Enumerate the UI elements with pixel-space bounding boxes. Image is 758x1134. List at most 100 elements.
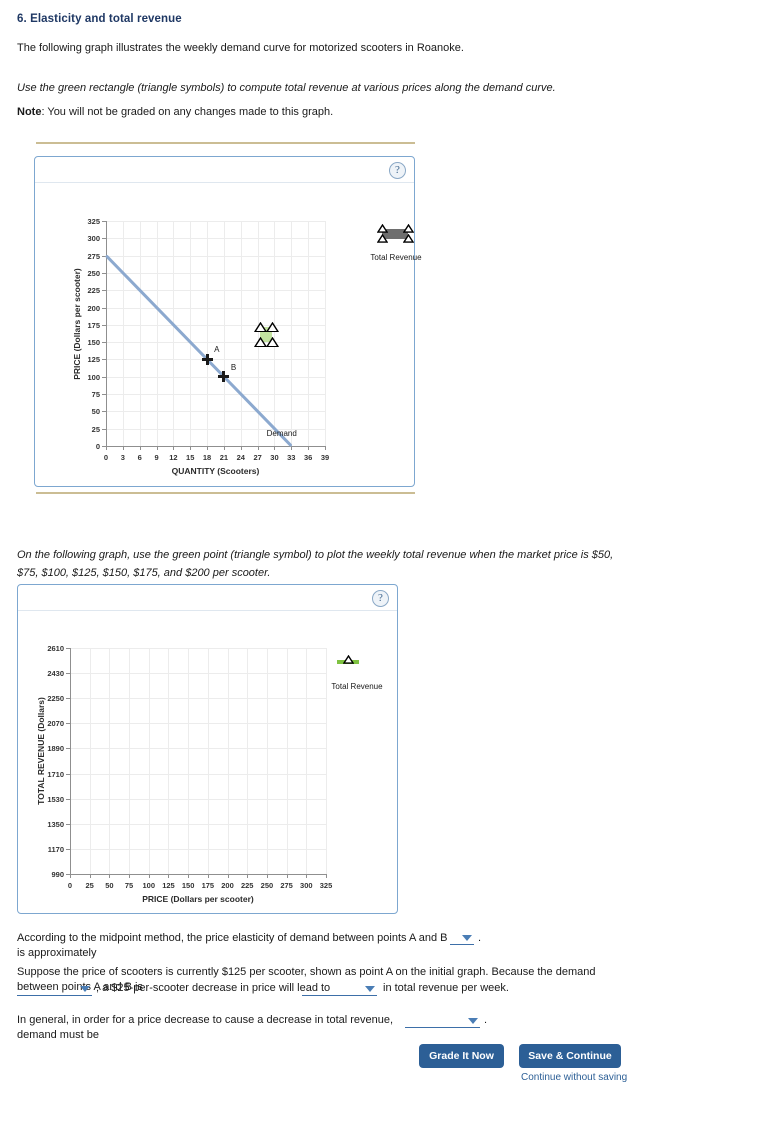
- x-tick: [129, 874, 131, 878]
- y-tick: [66, 874, 70, 875]
- gridline-horizontal: [106, 238, 325, 240]
- point-marker-a[interactable]: [201, 353, 213, 365]
- x-axis-title: PRICE (Dollars per scooter): [142, 894, 254, 904]
- question-2-after-text: in total revenue per week.: [383, 982, 509, 994]
- instruction-italic: Use the green rectangle (triangle symbol…: [17, 82, 556, 94]
- y-tick: [102, 324, 106, 326]
- x-tick: [227, 874, 229, 878]
- y-axis-title: TOTAL REVENUE (Dollars): [36, 697, 46, 805]
- gridline-horizontal: [106, 255, 325, 257]
- y-tick: [66, 773, 70, 775]
- x-tick: [257, 446, 259, 450]
- gridline-vertical: [148, 648, 150, 874]
- point-marker-b[interactable]: [218, 371, 230, 383]
- demand-elasticity-dropdown[interactable]: [405, 1015, 480, 1028]
- chevron-down-icon: [462, 935, 472, 941]
- x-tick-label: 325: [319, 881, 333, 890]
- y-tick: [66, 823, 70, 825]
- chevron-down-icon: [468, 1018, 478, 1024]
- y-tick-label: 50: [91, 407, 100, 417]
- total-revenue-chart: 0 25 50 75 100 125 150 175 200 225 250 275 300 325 990…: [18, 585, 399, 915]
- y-tick: [102, 359, 106, 361]
- y-tick-label: 2430: [47, 669, 64, 679]
- y-tick: [66, 673, 70, 675]
- demand-graph-panel: ? 0 3 6 9 12 15 18 21 24 27 30 33 36 39 0 25 50 75 100 125 1…: [34, 156, 422, 488]
- x-tick: [188, 874, 190, 878]
- y-tick: [102, 238, 106, 240]
- y-tick: [66, 648, 70, 649]
- gridline-vertical: [286, 648, 288, 874]
- gridline-horizontal: [70, 648, 326, 649]
- y-tick-label: 0: [95, 442, 100, 451]
- x-tick: [173, 446, 175, 450]
- y-tick-label: 990: [51, 870, 64, 879]
- y-axis-line: [70, 648, 71, 875]
- note-text: : You will not be graded on any changes …: [41, 106, 334, 118]
- question-3-text: In general, in order for a price decreas…: [17, 1014, 394, 1041]
- y-tick-label: 300: [87, 234, 100, 244]
- x-axis-title: QUANTITY (Scooters): [171, 466, 260, 476]
- y-tick: [66, 723, 70, 725]
- x-tick: [109, 874, 111, 878]
- x-tick: [106, 446, 107, 450]
- x-tick: [240, 446, 242, 450]
- y-tick: [66, 698, 70, 700]
- question-3-period: .: [484, 1014, 488, 1026]
- gridline-horizontal: [70, 773, 326, 775]
- legend-label-total-revenue: Total Revenue: [331, 682, 383, 691]
- y-tick: [66, 848, 70, 850]
- gridline-vertical: [109, 648, 111, 874]
- gridline-horizontal: [106, 394, 325, 396]
- x-tick: [89, 874, 91, 878]
- legend-marker-triangle[interactable]: [342, 655, 354, 665]
- y-tick: [102, 394, 106, 396]
- x-tick: [308, 446, 310, 450]
- continue-without-saving-link[interactable]: Continue without saving: [521, 1072, 627, 1083]
- question-1-period: .: [478, 932, 482, 944]
- gridline-vertical: [89, 648, 91, 874]
- chevron-down-icon: [80, 986, 90, 992]
- intro-paragraph: The following graph illustrates the week…: [17, 42, 464, 54]
- gridline-vertical: [266, 648, 268, 874]
- question-1-text: According to the midpoint method, the pr…: [17, 932, 448, 959]
- gridline-horizontal: [106, 307, 325, 309]
- x-tick: [70, 874, 71, 878]
- x-tick-label: 39: [320, 453, 330, 462]
- demand-chart: 0 3 6 9 12 15 18 21 24 27 30 33 36 39 0 25 50 75 100 125 150…: [35, 157, 422, 488]
- note-label: Note: [17, 106, 42, 118]
- x-tick: [291, 446, 293, 450]
- legend-handle-triangle-3[interactable]: [376, 234, 388, 244]
- x-tick: [207, 446, 209, 450]
- elasticity-dropdown[interactable]: [450, 932, 474, 945]
- gridline-vertical: [247, 648, 249, 874]
- y-tick: [102, 446, 106, 447]
- x-tick: [326, 874, 327, 878]
- grade-it-now-button[interactable]: Grade It Now: [419, 1044, 504, 1068]
- gridline-horizontal: [106, 342, 325, 344]
- x-tick: [274, 446, 276, 450]
- rectangle-handle-triangle-4[interactable]: [265, 336, 279, 348]
- y-tick: [102, 376, 106, 378]
- save-and-continue-button[interactable]: Save & Continue: [519, 1044, 621, 1068]
- x-tick: [325, 446, 326, 450]
- y-tick-label: 1350: [47, 819, 64, 829]
- gridline-horizontal: [106, 411, 325, 413]
- y-tick: [66, 798, 70, 800]
- demand-type-dropdown[interactable]: [17, 983, 92, 996]
- demand-curve-label: Demand: [266, 428, 297, 438]
- gridline-horizontal: [70, 748, 326, 750]
- x-tick: [148, 874, 150, 878]
- point-label-a: A: [214, 345, 220, 355]
- divider-top: [36, 142, 415, 144]
- divider-bottom: [36, 492, 415, 494]
- legend-handle-triangle-2[interactable]: [402, 224, 414, 234]
- y-axis-title: PRICE (Dollars per scooter): [72, 267, 82, 380]
- revenue-change-dropdown[interactable]: [302, 983, 377, 996]
- total-revenue-graph-panel: ? 0 25 50 75 100 125 150 175 200 225 250 275 300 325 9…: [17, 584, 398, 914]
- rectangle-handle-triangle-2[interactable]: [265, 321, 279, 333]
- x-tick: [223, 446, 225, 450]
- y-tick: [102, 411, 106, 413]
- legend-handle-triangle-4[interactable]: [402, 234, 414, 244]
- y-tick: [102, 290, 106, 292]
- legend-handle-triangle-1[interactable]: [376, 224, 388, 234]
